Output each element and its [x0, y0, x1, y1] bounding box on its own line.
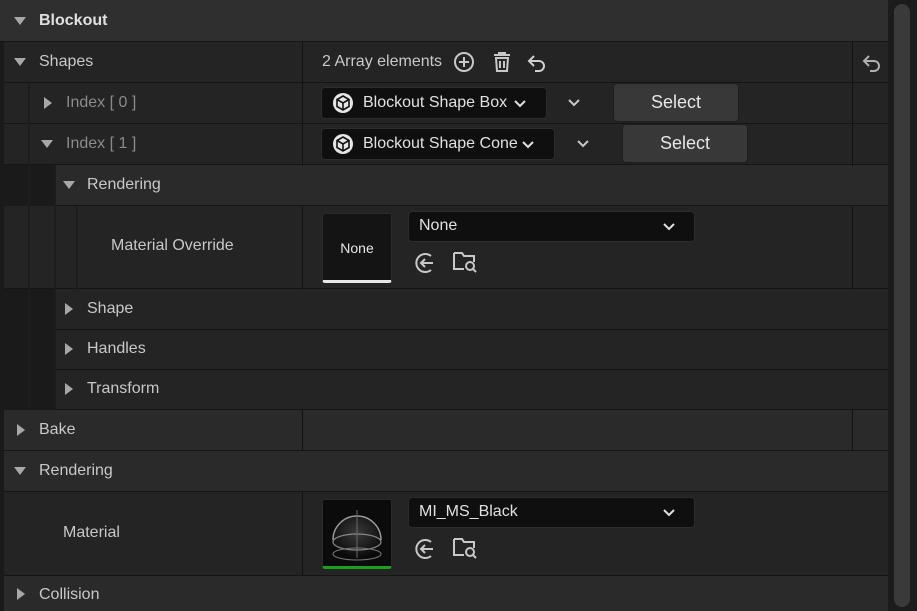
- collision-row[interactable]: Collision: [4, 576, 888, 611]
- material-row: Material MI_MS_Black: [4, 492, 888, 576]
- chevron-down-icon[interactable]: [566, 95, 582, 111]
- indent-guide: [76, 206, 78, 289]
- select-button[interactable]: Select: [622, 124, 748, 163]
- subsection-label: Shape: [87, 300, 134, 317]
- thumbnail-none-text: None: [340, 240, 374, 256]
- subsection-label: Handles: [87, 340, 146, 357]
- shapes-row: Shapes 2 Array elements: [4, 42, 888, 83]
- column-splitter[interactable]: [302, 206, 303, 289]
- cube-icon: [333, 93, 353, 113]
- material-override-value: None: [419, 217, 458, 234]
- shape-class-combo[interactable]: Blockout Shape Cone: [321, 128, 555, 160]
- column-splitter[interactable]: [302, 410, 303, 451]
- reset-column-splitter: [852, 42, 853, 166]
- triangle-right-icon: [17, 588, 25, 600]
- reset-column-splitter: [852, 206, 853, 289]
- material-combo[interactable]: MI_MS_Black: [408, 497, 695, 528]
- shape-class-value: Blockout Shape Cone: [363, 135, 518, 152]
- chevron-down-icon: [522, 141, 534, 149]
- subsection-shape[interactable]: Shape: [54, 289, 888, 330]
- scrollbar-thumb[interactable]: [894, 4, 910, 607]
- arrow-left-circle-icon[interactable]: [414, 251, 438, 275]
- material-override-combo[interactable]: None: [408, 211, 695, 242]
- trash-icon[interactable]: [490, 50, 514, 74]
- plus-circle-icon[interactable]: [452, 50, 476, 74]
- chevron-down-icon: [663, 509, 675, 517]
- shape-class-combo[interactable]: Blockout Shape Box: [321, 87, 547, 119]
- material-thumbnail[interactable]: None: [322, 213, 392, 283]
- select-button[interactable]: Select: [613, 83, 739, 122]
- index-label: Index [ 1 ]: [66, 135, 137, 152]
- material-label: Material: [63, 524, 120, 541]
- undo-arrow-icon[interactable]: [526, 51, 548, 73]
- material-override-row: Material Override None None: [4, 206, 888, 289]
- indent-guide: [54, 165, 56, 410]
- index-label: Index [ 0 ]: [66, 94, 137, 111]
- material-value: MI_MS_Black: [419, 503, 518, 520]
- shape-class-value: Blockout Shape Box: [363, 94, 508, 111]
- column-splitter[interactable]: [302, 42, 303, 166]
- triangle-right-icon: [65, 383, 73, 395]
- rendering-label: Rendering: [39, 462, 113, 479]
- subsection-transform[interactable]: Transform: [54, 370, 888, 410]
- bake-label: Bake: [39, 421, 76, 438]
- vertical-scrollbar[interactable]: [888, 0, 917, 611]
- chevron-down-icon[interactable]: [575, 136, 591, 152]
- rendering-section-header[interactable]: Rendering: [4, 451, 888, 492]
- material-thumbnail[interactable]: [322, 499, 392, 569]
- triangle-right-icon: [65, 303, 73, 315]
- triangle-down-icon: [14, 467, 26, 475]
- cube-icon: [333, 134, 353, 154]
- folder-search-icon[interactable]: [452, 249, 478, 275]
- triangle-down-icon: [63, 181, 75, 189]
- indent-guide: [28, 83, 30, 410]
- subsection-label: Transform: [87, 380, 160, 397]
- material-preview-icon: [323, 500, 391, 566]
- folder-search-icon[interactable]: [452, 535, 478, 561]
- triangle-right-icon: [65, 343, 73, 355]
- reset-column-splitter: [852, 410, 853, 451]
- array-item-0: Index [ 0 ] Blockout Shape Box Select: [4, 83, 888, 124]
- column-splitter[interactable]: [302, 492, 303, 576]
- bake-row[interactable]: Bake: [4, 410, 888, 451]
- triangle-down-icon: [14, 17, 26, 25]
- subsection-rendering[interactable]: Rendering: [54, 165, 888, 206]
- triangle-right-icon[interactable]: [44, 97, 52, 109]
- subsection-label: Rendering: [87, 176, 161, 193]
- array-item-1: Index [ 1 ] Blockout Shape Cone Select: [4, 124, 888, 165]
- shapes-label: Shapes: [39, 53, 94, 70]
- reset-to-default-icon[interactable]: [861, 51, 883, 73]
- collision-label: Collision: [39, 586, 100, 603]
- triangle-down-icon[interactable]: [41, 140, 53, 148]
- triangle-right-icon: [17, 424, 25, 436]
- arrow-left-circle-icon[interactable]: [414, 537, 438, 561]
- array-count: 2 Array elements: [322, 53, 443, 70]
- subsection-handles[interactable]: Handles: [54, 330, 888, 370]
- section-title: Blockout: [39, 12, 108, 29]
- triangle-down-icon[interactable]: [14, 58, 26, 66]
- chevron-down-icon: [663, 223, 675, 231]
- material-override-label: Material Override: [111, 237, 234, 254]
- chevron-down-icon: [514, 100, 526, 108]
- section-header-blockout[interactable]: Blockout: [0, 0, 888, 42]
